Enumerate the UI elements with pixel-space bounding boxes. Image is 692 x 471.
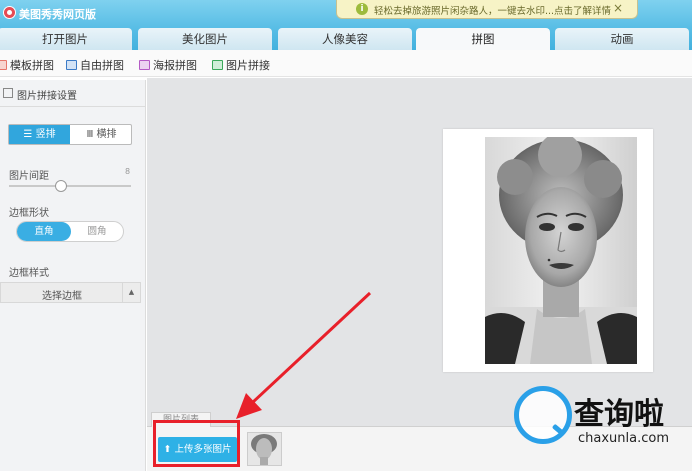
collage-subtabs: 模板拼图 自由拼图 海报拼图 图片拼接 xyxy=(0,50,692,77)
spacing-slider-track[interactable] xyxy=(9,185,131,187)
subtab-template[interactable]: 模板拼图 xyxy=(0,57,54,72)
window-title: 美图秀秀网页版 xyxy=(19,8,96,21)
subtab-poster[interactable]: 海报拼图 xyxy=(139,57,197,72)
template-icon xyxy=(0,60,7,70)
panel-icon xyxy=(3,88,13,98)
watermark-logo-icon xyxy=(514,386,572,444)
thumbnail-photo xyxy=(248,433,281,465)
border-select-label: 选择边框 xyxy=(42,291,82,302)
vertical-button[interactable]: ☰ 竖排 xyxy=(9,125,70,144)
tab-open-image[interactable]: 打开图片 xyxy=(0,28,132,50)
square-corner-button[interactable]: 直角 xyxy=(17,222,71,241)
tab-beautify[interactable]: 美化图片 xyxy=(138,28,272,50)
spacing-slider-handle[interactable] xyxy=(55,180,67,192)
collage-preview[interactable] xyxy=(443,129,653,372)
watermark-domain: chaxunla.com xyxy=(578,431,669,446)
portrait-photo xyxy=(485,137,637,364)
panel-header: 图片拼接设置 xyxy=(0,80,146,107)
spacing-value: 8 xyxy=(125,167,131,176)
app-logo-icon xyxy=(3,6,16,19)
image-thumbnail[interactable] xyxy=(247,432,282,466)
tab-collage[interactable]: 拼图 xyxy=(416,28,550,50)
free-collage-icon xyxy=(66,60,77,70)
stitch-icon xyxy=(212,60,223,70)
subtab-stitch[interactable]: 图片拼接 xyxy=(212,57,270,72)
border-shape-label: 边框形状 xyxy=(9,208,49,219)
subtab-free[interactable]: 自由拼图 xyxy=(66,57,124,72)
panel-title: 图片拼接设置 xyxy=(17,91,77,102)
border-style-label: 边框样式 xyxy=(9,268,49,279)
info-icon: i xyxy=(356,3,368,15)
main-tabs: 打开图片 美化图片 人像美容 拼图 动画 xyxy=(0,26,692,50)
poster-icon xyxy=(139,60,150,70)
horizontal-button[interactable]: Ⅲ 横排 xyxy=(71,125,132,144)
border-select[interactable]: 选择边框 ▲ xyxy=(0,282,141,303)
border-shape-toggle: 直角 圆角 xyxy=(16,221,124,242)
tab-animation[interactable]: 动画 xyxy=(555,28,689,50)
watermark-brand: 查询啦 xyxy=(574,397,664,432)
tab-portrait[interactable]: 人像美容 xyxy=(278,28,412,50)
notice-text[interactable]: 轻松去掉旅游照片闲杂路人，一键去水印...点击了解详情 xyxy=(374,3,611,17)
highlight-box xyxy=(153,420,240,467)
orientation-toggle: ☰ 竖排 Ⅲ 横排 xyxy=(8,124,132,145)
spacing-label: 图片间距 xyxy=(9,171,49,182)
promo-notice[interactable]: i 轻松去掉旅游照片闲杂路人，一键去水印...点击了解详情 × xyxy=(336,0,638,19)
round-corner-button[interactable]: 圆角 xyxy=(71,222,123,241)
close-icon[interactable]: × xyxy=(613,1,623,15)
chevron-up-icon[interactable]: ▲ xyxy=(122,283,140,302)
settings-sidebar: 图片拼接设置 ☰ 竖排 Ⅲ 横排 图片间距 8 边框形状 直角 圆角 边框样式 … xyxy=(0,80,146,471)
